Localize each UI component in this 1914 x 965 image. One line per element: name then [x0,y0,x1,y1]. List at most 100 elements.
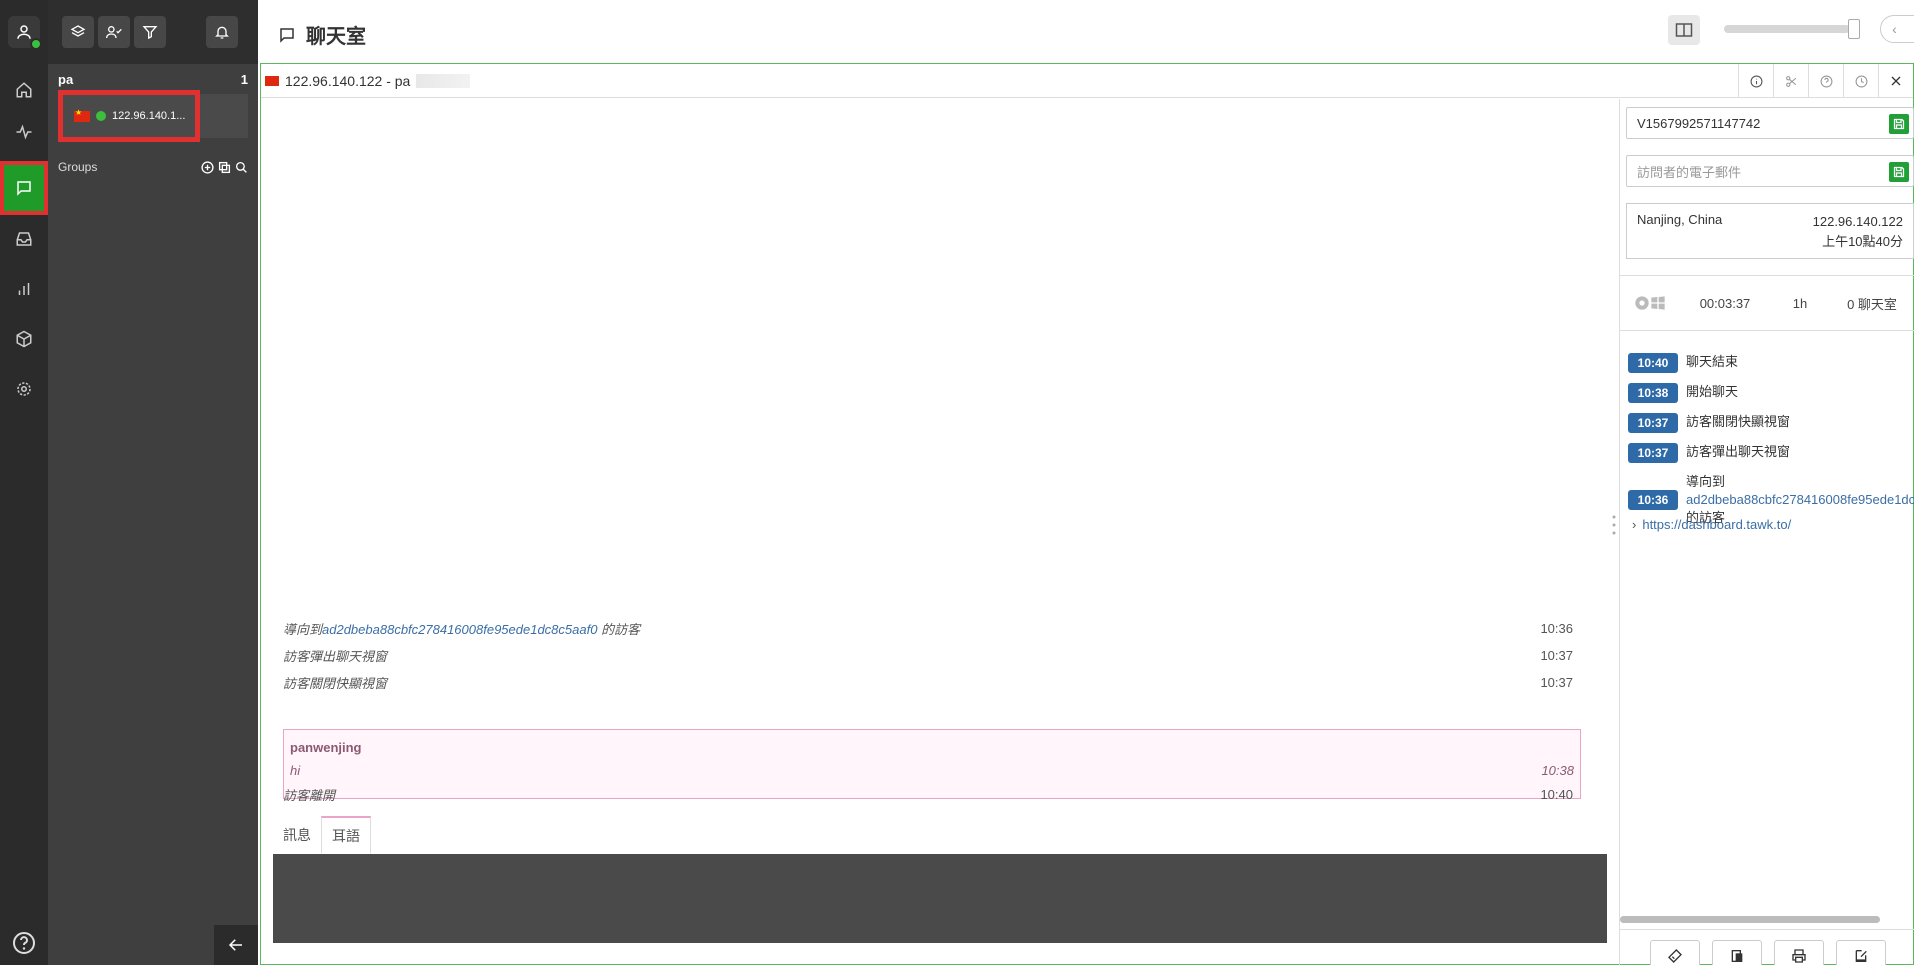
log-time: 10:36 [1540,621,1573,636]
bar-chart-icon [18,283,30,295]
cut-button[interactable] [1773,64,1808,98]
log-row: 訪客關閉快顯視窗 10:37 [283,669,1601,696]
inbox-icon [16,232,32,246]
help-icon [13,932,35,954]
layout-toggle-button[interactable] [1668,15,1700,45]
edit-button[interactable] [1836,940,1886,965]
tab-whisper[interactable]: 耳語 [321,816,371,854]
page-header: 聊天室 ‹ › [258,0,1914,64]
resize-handle-icon[interactable] [1612,514,1616,536]
chat-icon [280,27,294,43]
nav-monitoring[interactable] [0,112,48,152]
agent-name: pa [58,72,74,87]
visitor-ip-time: 122.96.140.122 上午10點40分 [1813,212,1903,252]
print-button[interactable] [1774,940,1824,965]
visitor-link[interactable]: ad2dbeba88cbfc278416008fe95ede1dc8c5aaf0 [322,622,597,637]
page-url-row[interactable]: › https://dashboard.tawk.to/ [1632,517,1791,532]
slider-thumb[interactable] [1848,19,1860,39]
windows-icon [1651,296,1665,310]
bell-icon [215,26,229,39]
info-icon [1750,75,1762,87]
app-window: pa 1 122.96.140.1... Groups 聊天室 [0,0,1914,965]
question-icon [1820,75,1832,87]
save-name-button[interactable] [1889,114,1909,134]
visitor-local-time: 上午10點40分 [1822,234,1903,249]
nav-reports[interactable] [0,269,48,309]
groups-header: Groups [58,160,248,174]
collapse-panel-button[interactable] [214,925,258,965]
event-text: 訪客彈出聊天視窗 [1686,444,1791,459]
chat-tab-label: 122.96.140.122 - pa [285,73,411,89]
log-text: 導向到ad2dbeba88cbfc278416008fe95ede1dc8c5a… [283,622,641,637]
nav-chats[interactable] [0,161,48,215]
ticket-button[interactable] [1650,940,1700,965]
add-circle-icon[interactable] [201,160,214,174]
visitor-link[interactable]: ad2dbeba88cbfc278416008fe95ede1dc [1686,491,1914,509]
copy-icon[interactable] [218,161,231,174]
page-url[interactable]: https://dashboard.tawk.to/ [1642,517,1791,532]
visitor-actions [1620,929,1914,965]
nav-home[interactable] [0,70,48,110]
groups-label: Groups [58,160,98,174]
agent-group-header[interactable]: pa 1 [58,72,248,92]
chat-item-label: 122.96.140.1... [112,110,186,122]
prev-chat-button[interactable]: ‹ [1881,16,1908,42]
online-status-dot [30,38,42,50]
nav-addons[interactable] [0,319,48,359]
help-button[interactable] [12,931,36,955]
slider-track [1724,25,1850,33]
gear-icon [17,382,31,396]
printer-icon [1792,949,1806,963]
next-chat-button[interactable]: › [1908,16,1914,42]
history-button[interactable] [1843,64,1878,98]
chat-pager: ‹ › [1880,15,1914,43]
user-icon [17,25,31,39]
chat-tab[interactable]: 122.96.140.122 - pa [265,73,471,89]
zoom-slider[interactable] [1724,19,1860,39]
close-chat-button[interactable] [1878,64,1913,98]
help-tab-button[interactable] [1808,64,1843,98]
event-item: 10:37 訪客關閉快顯視窗 [1628,413,1914,433]
home-icon [16,82,32,98]
visit-count: 1h [1792,295,1808,311]
save-email-button[interactable] [1889,162,1909,182]
chat-panel: 122.96.140.122 - pa 導向到ad2dbeba88cbfc278… [260,63,1914,965]
search-icon[interactable] [235,161,248,174]
save-icon [1893,166,1905,178]
chat-count: 1 [240,72,248,87]
nav-settings[interactable] [0,369,48,409]
layers-button[interactable] [62,16,94,48]
event-text: 聊天結束 [1686,354,1739,369]
nav-inbox[interactable] [0,219,48,259]
chevron-right-icon: › [1632,517,1637,532]
compose-textarea[interactable] [273,854,1607,943]
visitor-email-field[interactable]: 訪問者的電子郵件 [1626,155,1914,187]
horizontal-scrollbar[interactable] [1620,916,1880,923]
chat-list-item[interactable]: 122.96.140.1... [58,90,248,142]
columns-icon [1675,23,1693,37]
log-text: 訪客彈出聊天視窗 [283,649,388,664]
leave-log: 訪客離開 10:40 [283,781,1601,808]
copy-transcript-button[interactable] [1712,940,1762,965]
layers-icon [70,25,86,37]
log-row: 訪客彈出聊天視窗 10:37 [283,642,1601,669]
info-button[interactable] [1738,64,1773,98]
main-nav-rail [0,0,48,965]
event-item: 10:37 訪客彈出聊天視窗 [1628,443,1914,463]
arrow-left-icon [228,939,242,951]
visitor-name-field[interactable]: V1567992571147742 [1626,107,1914,139]
agent-avatar[interactable] [8,16,42,50]
redacted-text [416,74,471,88]
chat-tab-bar: 122.96.140.122 - pa [261,64,1913,98]
chat-list-toolbar [48,0,258,64]
chat-total: 0 聊天室 [1847,296,1897,312]
ticket-icon [1668,949,1682,963]
assigned-filter-button[interactable] [98,16,130,48]
notifications-button[interactable] [206,16,238,48]
event-time: 10:36 [1628,490,1678,510]
message-text: hi [290,763,301,778]
tab-message[interactable]: 訊息 [273,816,321,854]
filter-button[interactable] [134,16,166,48]
log-time: 10:40 [1540,787,1573,802]
china-flag-icon [265,76,279,86]
